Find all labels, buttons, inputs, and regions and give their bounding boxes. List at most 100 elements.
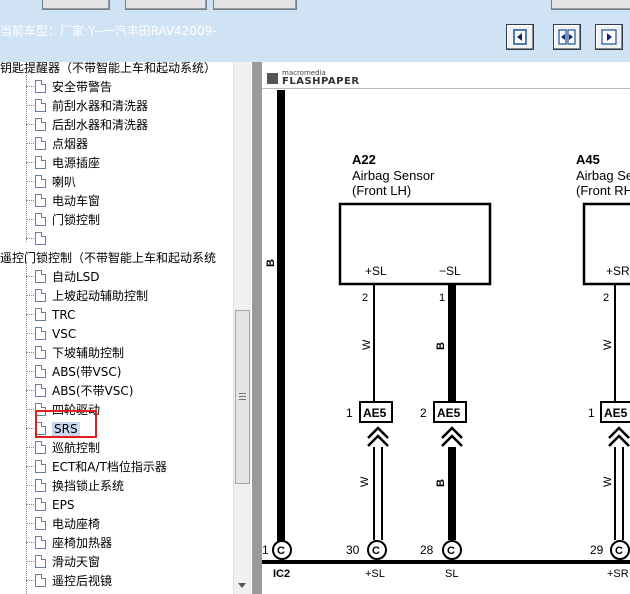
tree-item-label: ECT和A/T档位指示器 — [52, 460, 167, 474]
c-letter: C — [615, 545, 623, 557]
tree-connector — [26, 580, 34, 581]
wire-w-label: W — [602, 476, 614, 487]
single-page-icon — [513, 29, 527, 45]
document-icon — [35, 498, 46, 511]
document-icon — [35, 156, 46, 169]
tree-item-label: TRC — [52, 307, 76, 322]
tree-item[interactable]: 电动座椅 — [35, 514, 100, 533]
tree-item-label: 座椅加热器 — [52, 536, 113, 550]
tree-item-label: 点烟器 — [52, 137, 89, 151]
document-icon — [35, 308, 46, 321]
single-page-view-button[interactable] — [506, 24, 534, 50]
a45-pin-sr: +SR — [606, 264, 630, 278]
tree-item[interactable]: 自动LSD — [35, 267, 100, 286]
tree-item[interactable] — [35, 229, 52, 248]
document-icon — [35, 232, 46, 245]
tree-item[interactable]: ABS(带VSC) — [35, 362, 121, 381]
ae5-label: AE5 — [604, 406, 628, 420]
tree-connector — [26, 447, 34, 448]
tree-group-key-reminder[interactable]: 钥匙提醒器（不带智能上车和起动系统） — [0, 62, 216, 77]
two-page-icon — [558, 29, 576, 45]
tree-item[interactable]: 滑动天窗 — [35, 552, 100, 571]
tree-group-remote-lock[interactable]: 遥控门锁控制（不带智能上车和起动系统 — [0, 248, 216, 267]
ae5-pin: 1 — [346, 406, 353, 420]
c-pin: 30 — [346, 543, 360, 557]
document-icon — [35, 346, 46, 359]
top-toolbar: 当前车型：厂家:Y--一汽丰田RAV42009- — [0, 0, 630, 62]
wire-w-label: W — [359, 476, 371, 487]
tree-connector — [26, 238, 34, 239]
wire-b-label: B — [265, 259, 277, 267]
tree-item[interactable]: 下坡辅助控制 — [35, 343, 124, 362]
pin-number: 1 — [439, 292, 445, 304]
a22-pin-sl: +SL — [365, 264, 387, 278]
toolbar-button-3[interactable] — [213, 0, 297, 10]
c-pin: 28 — [420, 543, 434, 557]
tree-item[interactable]: 换挡锁止系统 — [35, 476, 124, 495]
tree-connector — [26, 352, 34, 353]
tree-connector — [26, 200, 34, 201]
tree-item-label: 喇叭 — [52, 175, 77, 189]
ae5-label: AE5 — [437, 406, 461, 420]
chevron-icon — [367, 434, 389, 447]
wire-w-label: W — [361, 339, 373, 350]
bottom-label: SL — [445, 568, 458, 580]
tree-connector — [26, 523, 34, 524]
toolbar-button-4[interactable] — [551, 0, 630, 10]
tree-connector — [26, 143, 34, 144]
wire-b-label: B — [435, 479, 447, 487]
tree-item[interactable]: 安全带警告 — [35, 77, 112, 96]
tree-item-label: ABS(不带VSC) — [52, 384, 134, 398]
tree-item[interactable]: 后刮水器和清洗器 — [35, 115, 148, 134]
tree-item[interactable]: 电源插座 — [35, 153, 100, 172]
tree-item[interactable]: 座椅加热器 — [35, 533, 112, 552]
tree-connector — [26, 105, 34, 106]
tree-scrollbar[interactable] — [233, 62, 251, 594]
tree-item-label: 电动座椅 — [52, 517, 101, 531]
tree-item[interactable]: 点烟器 — [35, 134, 88, 153]
tree-item[interactable]: 电动车窗 — [35, 191, 100, 210]
bottom-label: +SL — [365, 568, 385, 580]
tree-item-label: 遥控后视镜 — [52, 574, 113, 588]
tree-item-label: 电源插座 — [52, 156, 101, 170]
bottom-label: +SR — [607, 568, 629, 580]
tree-connector — [26, 561, 34, 562]
tree-item[interactable]: 遥控后视镜 — [35, 571, 112, 590]
tree-connector — [26, 428, 34, 429]
a22-box — [338, 202, 492, 286]
two-page-view-button[interactable] — [553, 24, 581, 50]
tree-item[interactable]: VSC — [35, 324, 76, 343]
tree-item[interactable]: TRC — [35, 305, 75, 324]
document-icon — [35, 441, 46, 454]
document-viewer: macromedia FLASHPAPER B A22 Airbag Senso… — [252, 62, 630, 594]
a22-code: A22 — [352, 152, 376, 167]
document-icon — [35, 175, 46, 188]
tree-item[interactable]: 上坡起动辅助控制 — [35, 286, 148, 305]
c-pin: 29 — [590, 543, 604, 557]
tree-connector — [26, 466, 34, 467]
tree-connector — [26, 504, 34, 505]
a45-code: A45 — [576, 152, 600, 167]
scroll-down-arrow-icon[interactable] — [238, 583, 246, 588]
document-icon — [35, 517, 46, 530]
toolbar-button-1[interactable] — [42, 0, 110, 10]
toolbar-button-2[interactable] — [125, 0, 207, 10]
bus-line — [262, 560, 630, 564]
tree-item[interactable]: ECT和A/T档位指示器 — [35, 457, 167, 476]
navigation-tree: 钥匙提醒器（不带智能上车和起动系统） 安全带警告 前刮水器和清洗器 后刮水器和清… — [0, 62, 233, 594]
tree-item-label: 安全带警告 — [52, 80, 113, 94]
tree-item[interactable]: 门锁控制 — [35, 210, 100, 229]
tree-item[interactable]: 前刮水器和清洗器 — [35, 96, 148, 115]
tree-item[interactable]: 喇叭 — [35, 172, 76, 191]
tree-item[interactable]: ABS(不带VSC) — [35, 381, 133, 400]
tree-item-label: VSC — [52, 326, 77, 341]
tree-item[interactable]: 巡航控制 — [35, 438, 100, 457]
wire-b-left — [277, 90, 285, 550]
page-forward-button[interactable] — [595, 24, 623, 50]
document-icon — [35, 118, 46, 131]
tree-connector — [26, 542, 34, 543]
document-icon — [35, 365, 46, 378]
tree-item[interactable]: EPS — [35, 495, 74, 514]
scrollbar-thumb[interactable] — [235, 310, 250, 484]
bottom-label: IC2 — [273, 568, 290, 580]
